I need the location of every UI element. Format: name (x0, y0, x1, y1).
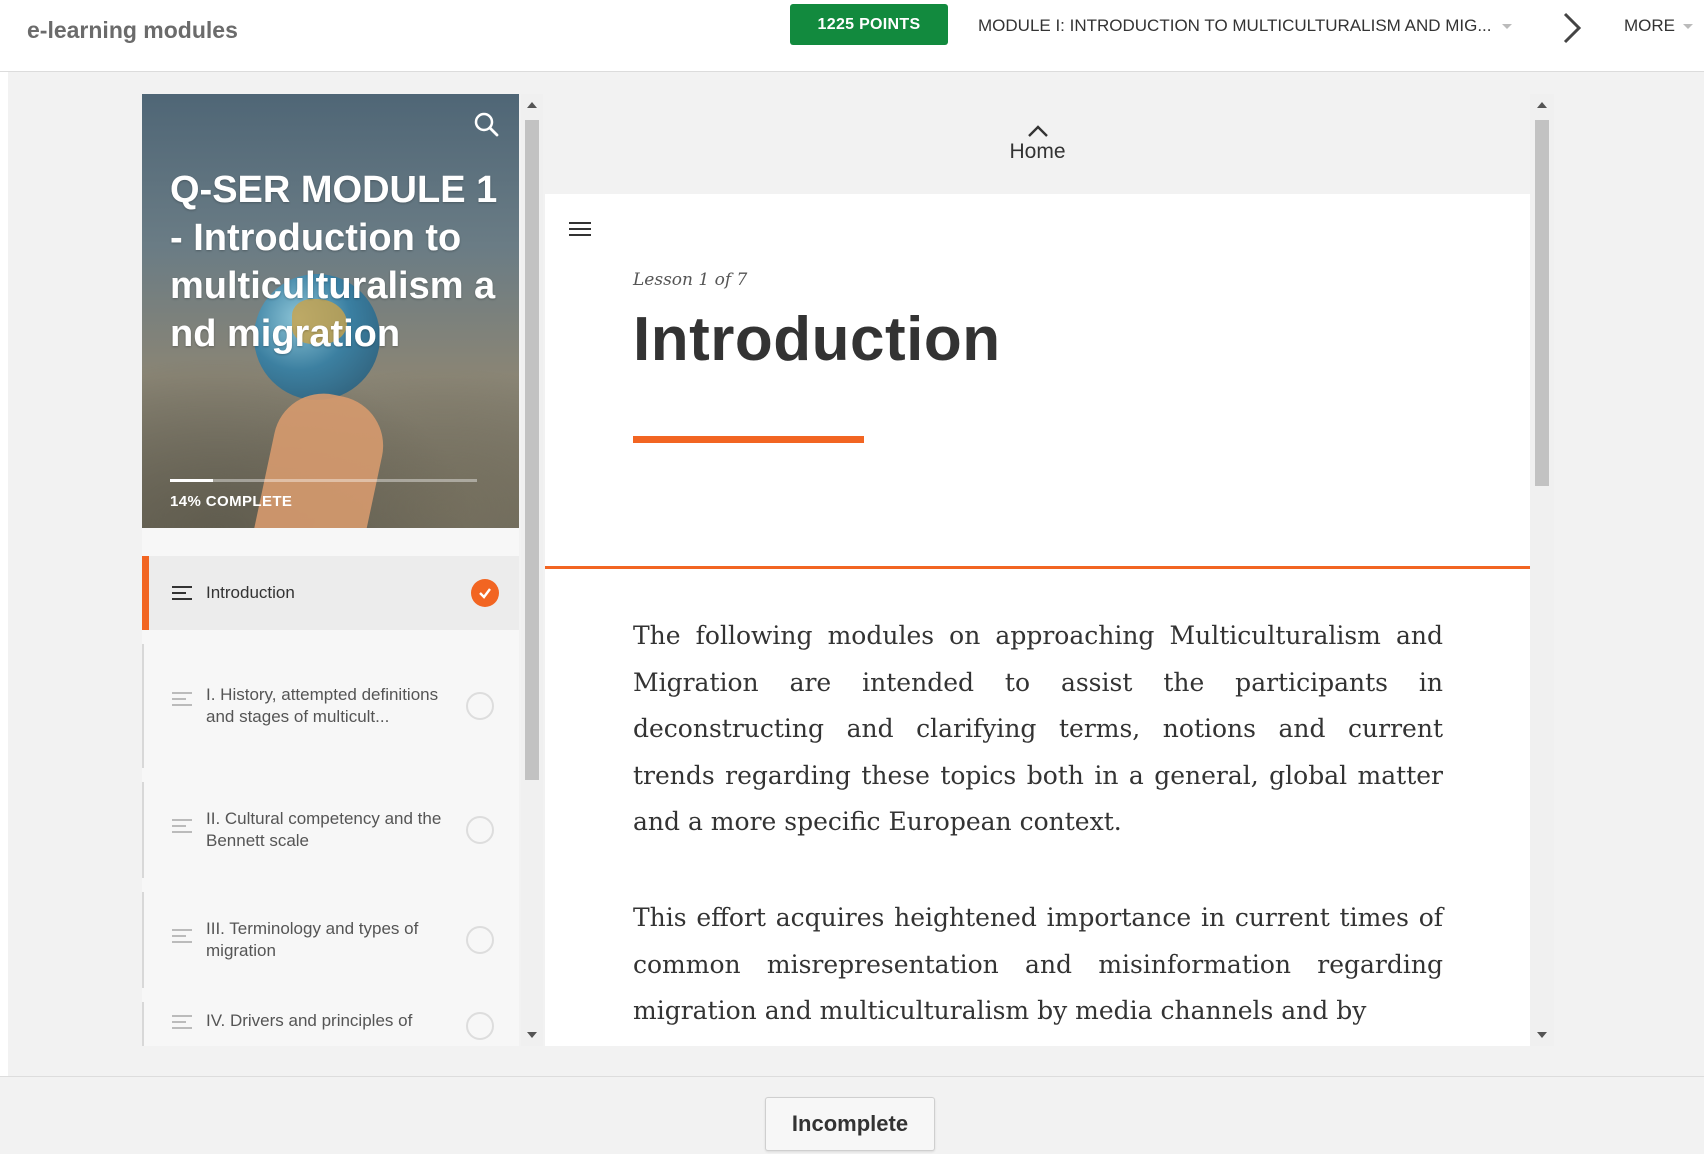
chevron-down-icon (1683, 23, 1693, 29)
bottom-bar: Incomplete (0, 1076, 1704, 1154)
circle-empty-icon (466, 1012, 494, 1040)
scroll-up-icon[interactable] (1537, 102, 1547, 108)
home-button[interactable]: Home (545, 94, 1530, 194)
search-icon[interactable] (472, 110, 500, 138)
home-label: Home (1009, 140, 1066, 163)
lesson-paragraph: The following modules on approaching Mul… (633, 621, 1443, 836)
course-sidebar: Q-SER MODULE 1- Introduction to multicul… (142, 94, 519, 1046)
sidebar-scroll-thumb[interactable] (525, 120, 539, 780)
lesson-item-history[interactable]: I. History, attempted definitions and st… (142, 644, 519, 768)
chevron-up-icon (1027, 125, 1048, 137)
content-divider (545, 566, 1530, 569)
lesson-list: Introduction I. History, attempted defin… (142, 556, 519, 1046)
lesson-text-icon (172, 585, 194, 601)
lesson-content: Home Lesson 1 of 7 Introduction The foll… (545, 94, 1530, 1046)
lesson-item-introduction[interactable]: Introduction (142, 556, 519, 630)
lesson-item-label: IV. Drivers and principles of (206, 1011, 413, 1030)
scroll-down-icon[interactable] (527, 1032, 537, 1038)
lesson-text-icon (172, 818, 194, 834)
module-dropdown-label: MODULE I: INTRODUCTION TO MULTICULTURALI… (978, 16, 1492, 35)
title-accent-bar (633, 436, 864, 443)
lesson-text-icon (172, 1014, 194, 1030)
lesson-text-icon (172, 691, 194, 707)
frame-border (0, 72, 8, 1154)
lesson-item-drivers[interactable]: IV. Drivers and principles of (142, 1002, 519, 1046)
menu-icon[interactable] (569, 220, 591, 238)
lesson-gap (142, 768, 519, 782)
course-progress-fill (170, 479, 213, 482)
check-circle-icon (471, 579, 499, 607)
lesson-item-label: I. History, attempted definitions and st… (206, 685, 439, 726)
content-scroll-thumb[interactable] (1535, 120, 1549, 486)
lesson-count: Lesson 1 of 7 (633, 270, 748, 290)
top-bar: e-learning modules 1225 POINTS MODULE I:… (0, 0, 1704, 72)
more-menu[interactable]: MORE (1624, 16, 1693, 36)
chevron-right-icon (1563, 12, 1582, 44)
lesson-text-icon (172, 928, 194, 944)
lesson-title: Introduction (633, 305, 1001, 374)
next-module-button[interactable] (1556, 8, 1588, 48)
course-hero: Q-SER MODULE 1- Introduction to multicul… (142, 94, 519, 528)
chevron-down-icon (1501, 23, 1512, 29)
lesson-item-label: Introduction (206, 583, 295, 602)
lesson-item-cultural-competency[interactable]: II. Cultural competency and the Bennett … (142, 782, 519, 878)
course-progress-bar (170, 479, 477, 482)
lesson-paragraph: This effort acquires heightened importan… (633, 903, 1443, 1025)
lesson-item-label: III. Terminology and types of migration (206, 919, 419, 960)
circle-empty-icon (466, 692, 494, 720)
scroll-up-icon[interactable] (527, 102, 537, 108)
more-label: MORE (1624, 16, 1675, 35)
course-progress-label: 14% COMPLETE (170, 493, 293, 510)
lesson-gap (142, 988, 519, 1002)
lesson-gap (142, 630, 519, 644)
scroll-down-icon[interactable] (1537, 1032, 1547, 1038)
incomplete-button[interactable]: Incomplete (765, 1097, 935, 1151)
module-dropdown[interactable]: MODULE I: INTRODUCTION TO MULTICULTURALI… (978, 16, 1512, 36)
lesson-item-terminology[interactable]: III. Terminology and types of migration (142, 892, 519, 988)
lesson-gap (142, 878, 519, 892)
lesson-item-label: II. Cultural competency and the Bennett … (206, 809, 442, 850)
sidebar-scrollbar[interactable] (521, 94, 543, 1046)
circle-empty-icon (466, 926, 494, 954)
content-scrollbar[interactable] (1530, 94, 1554, 1046)
circle-empty-icon (466, 816, 494, 844)
app-title[interactable]: e-learning modules (27, 17, 238, 44)
points-badge[interactable]: 1225 POINTS (790, 4, 948, 45)
course-title: Q-SER MODULE 1- Introduction to multicul… (170, 169, 498, 355)
